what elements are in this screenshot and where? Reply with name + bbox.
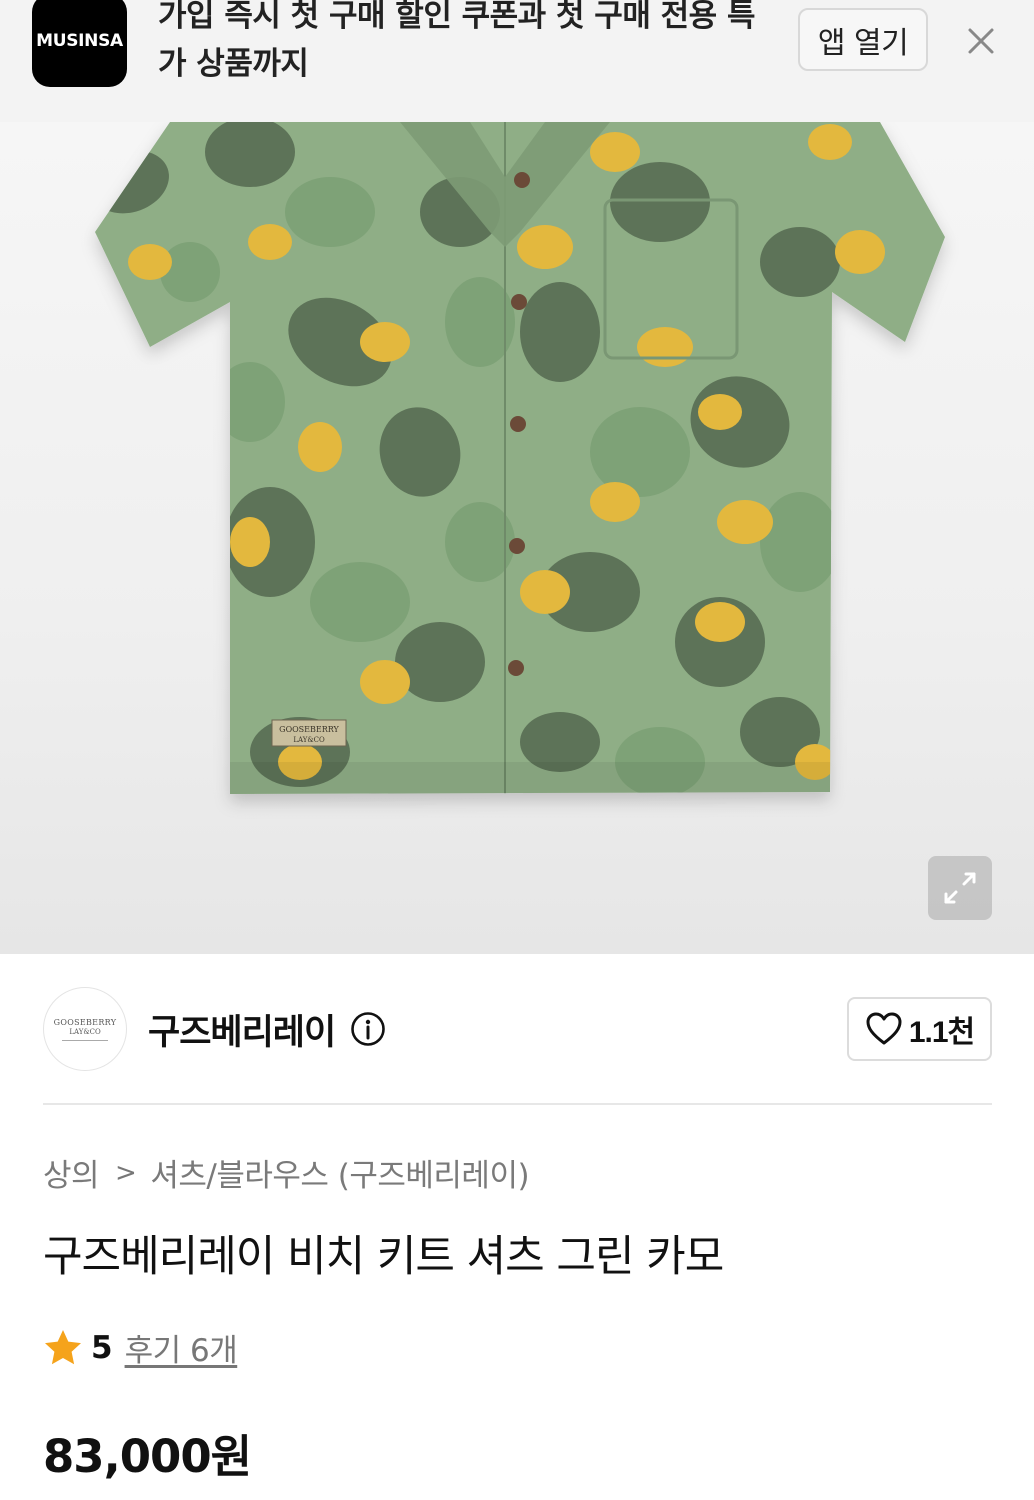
- shirt-label-line1: GOOSEBERRY: [279, 725, 339, 734]
- shirt-label-line2: LAY&CO: [293, 736, 325, 744]
- review-count-link[interactable]: 후기 6개: [125, 1325, 238, 1370]
- heart-icon: [866, 1012, 902, 1045]
- rating-value: 5: [91, 1329, 113, 1366]
- breadcrumb: 상의 > 셔츠/블라우스 (구즈베리레이): [43, 1150, 530, 1195]
- section-divider: [43, 1103, 992, 1105]
- expand-image-button[interactable]: [928, 856, 992, 920]
- rating-row: 5 후기 6개: [43, 1325, 238, 1370]
- product-title: 구즈베리레이 비치 키트 셔츠 그린 카모: [43, 1232, 724, 1282]
- product-page: MUSINSA 가입 즉시 첫 구매 할인 쿠폰과 첫 구매 전용 특가 상품까…: [0, 0, 1034, 1500]
- app-install-banner: MUSINSA 가입 즉시 첫 구매 할인 쿠폰과 첫 구매 전용 특가 상품까…: [0, 0, 1034, 122]
- brand-logo-line1: GOOSEBERRY: [53, 1017, 117, 1027]
- banner-message: 가입 즉시 첫 구매 할인 쿠폰과 첫 구매 전용 특가 상품까지: [158, 0, 756, 82]
- musinsa-logo-text: MUSINSA: [36, 30, 123, 51]
- close-icon[interactable]: [960, 20, 1002, 62]
- open-app-button[interactable]: 앱 열기: [798, 8, 928, 71]
- brand-row: GOOSEBERRY LAY&CO 구즈베리레이 1.1천: [0, 954, 1034, 1104]
- info-icon[interactable]: [350, 1011, 386, 1047]
- star-icon: [45, 1329, 81, 1364]
- brand-logo[interactable]: GOOSEBERRY LAY&CO: [43, 987, 127, 1071]
- breadcrumb-subcategory[interactable]: 셔츠/블라우스 (구즈베리레이): [150, 1150, 529, 1195]
- product-price: 83,000원: [43, 1430, 252, 1483]
- breadcrumb-category[interactable]: 상의: [43, 1150, 100, 1195]
- musinsa-logo: MUSINSA: [32, 0, 127, 87]
- brand-name[interactable]: 구즈베리레이: [148, 1004, 336, 1055]
- brand-like-button[interactable]: 1.1천: [847, 997, 992, 1061]
- expand-icon: [944, 872, 976, 904]
- breadcrumb-separator: >: [115, 1157, 137, 1188]
- brand-logo-rule: [62, 1039, 108, 1041]
- shirt-photo: GOOSEBERRY LAY&CO: [95, 122, 945, 794]
- brand-logo-line2: LAY&CO: [69, 1027, 101, 1036]
- product-image[interactable]: GOOSEBERRY LAY&CO: [0, 122, 1034, 954]
- like-count: 1.1천: [908, 1016, 975, 1049]
